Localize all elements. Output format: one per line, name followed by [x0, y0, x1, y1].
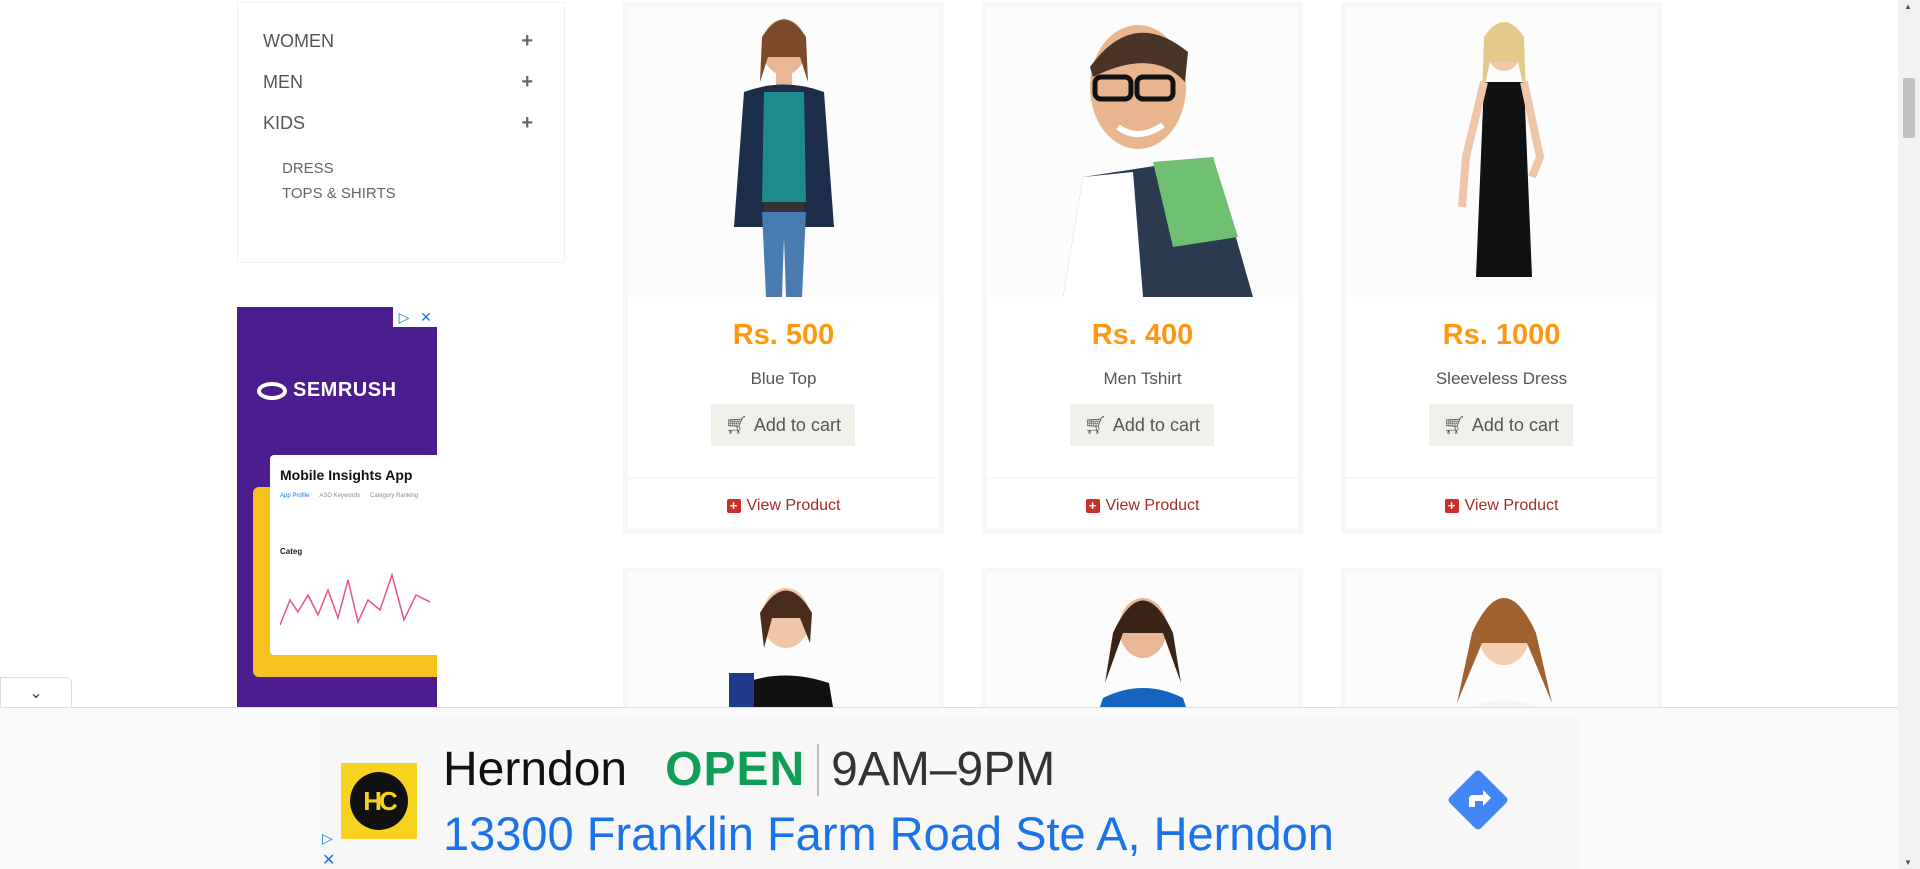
category-panel: WOMEN + MEN + KIDS + DRESS TOPS & SHIRTS	[237, 2, 565, 263]
category-label: WOMEN	[263, 30, 334, 51]
adchoices-icon[interactable]: ▷	[322, 830, 333, 847]
scroll-up-icon[interactable]: ▲	[1904, 2, 1912, 11]
ad-brand: SEMRUSH	[293, 379, 397, 401]
product-image[interactable]	[1346, 7, 1657, 297]
view-product-link[interactable]: + View Product	[628, 497, 939, 515]
bottom-advertisement: HC Herndon OPEN 9AM–9PM 13300 Franklin F…	[0, 708, 1898, 869]
product-name: Men Tshirt	[1103, 369, 1182, 388]
ad-mini-tabs: App Profile ASO Keywords Category Rankin…	[280, 493, 435, 499]
hc-logo-text: HC	[350, 772, 408, 830]
semrush-mark-icon	[257, 381, 287, 400]
plus-square-icon: +	[726, 499, 741, 513]
divider	[817, 743, 820, 796]
divider	[987, 477, 1298, 479]
view-product-link[interactable]: + View Product	[987, 497, 1298, 515]
add-to-cart-button[interactable]: 🛒︎ Add to cart	[1070, 404, 1214, 446]
ad-card: Mobile Insights App App Profile ASO Keyw…	[270, 455, 437, 655]
view-product-link[interactable]: + View Product	[1346, 497, 1657, 515]
plus-icon[interactable]: +	[521, 30, 533, 53]
product-image[interactable]	[628, 573, 939, 713]
product-name: Blue Top	[750, 369, 817, 388]
category-label: KIDS	[263, 112, 306, 133]
product-card-row2-2	[982, 568, 1303, 713]
add-to-cart-button[interactable]: 🛒︎ Add to cart	[1429, 404, 1573, 446]
hc-logo: HC	[341, 763, 417, 839]
product-price: Rs. 500	[732, 319, 835, 351]
product-card-blue-top: Rs. 500 Blue Top 🛒︎ Add to cart + View P…	[623, 2, 944, 534]
girl-smiling-image	[1456, 598, 1552, 713]
ad-tab: Category Ranking	[370, 493, 419, 499]
woman-black-dress-image	[1457, 22, 1544, 277]
ad-tab: ASO Keywords	[319, 493, 361, 499]
add-to-cart-label: Add to cart	[1471, 414, 1559, 435]
category-label: MEN	[263, 71, 303, 92]
category-women[interactable]: WOMEN +	[263, 29, 533, 53]
ad-address: 13300 Franklin Farm Road Ste A, Herndon	[443, 807, 1334, 860]
woman-blue-top-image	[733, 19, 834, 297]
plus-icon[interactable]: +	[521, 112, 533, 135]
add-to-cart-button[interactable]: 🛒︎ Add to cart	[711, 404, 855, 446]
adchoices-icon[interactable]: ▷	[393, 307, 415, 327]
plus-square-icon: +	[1444, 499, 1459, 513]
page-scrollbar[interactable]: ▲ ▼	[1898, 0, 1920, 869]
plus-icon[interactable]: +	[521, 71, 533, 94]
woman-blue-shirt-image	[1097, 598, 1188, 713]
add-to-cart-label: Add to cart	[1112, 414, 1200, 435]
scroll-thumb[interactable]	[1903, 78, 1915, 138]
directions-icon[interactable]	[1447, 769, 1509, 831]
close-icon[interactable]: ✕	[415, 307, 437, 327]
ad-line-chart	[280, 572, 430, 626]
divider	[1346, 477, 1657, 479]
product-price: Rs. 400	[1091, 319, 1194, 351]
woman-shopping-image	[728, 588, 834, 713]
category-kids[interactable]: KIDS +	[263, 111, 533, 135]
category-men[interactable]: MEN +	[263, 70, 533, 94]
chevron-down-icon: ⌄	[29, 685, 43, 702]
add-to-cart-label: Add to cart	[753, 414, 841, 435]
cart-icon: 🛒︎	[1443, 414, 1466, 435]
cart-icon: 🛒︎	[725, 414, 748, 435]
view-product-label: View Product	[746, 497, 841, 514]
bottom-ad-content[interactable]: HC Herndon OPEN 9AM–9PM 13300 Franklin F…	[321, 716, 1578, 869]
collapse-ad-button[interactable]: ⌄	[0, 677, 72, 708]
ad-controls: ▷ ✕	[393, 307, 437, 327]
ad-open-status: OPEN	[665, 743, 806, 796]
product-image[interactable]	[987, 573, 1298, 713]
product-price: Rs. 1000	[1442, 319, 1561, 351]
view-product-label: View Product	[1105, 497, 1200, 514]
product-card-sleeveless-dress: Rs. 1000 Sleeveless Dress 🛒︎ Add to cart…	[1341, 2, 1662, 534]
semrush-logo: SEMRUSH	[257, 379, 397, 402]
product-image[interactable]	[1346, 573, 1657, 713]
divider	[628, 477, 939, 479]
product-name: Sleeveless Dress	[1435, 369, 1568, 388]
ad-hours: 9AM–9PM	[831, 743, 1056, 796]
side-advertisement[interactable]: ▷ ✕ SEMRUSH Mobile Insights App App Prof…	[237, 307, 437, 709]
subcategory-tops-shirts[interactable]: TOPS & SHIRTS	[282, 185, 396, 202]
product-card-men-tshirt: Rs. 400 Men Tshirt 🛒︎ Add to cart + View…	[982, 2, 1303, 534]
ad-card-title: Mobile Insights App	[280, 467, 413, 483]
ad-tab: App Profile	[280, 493, 310, 499]
product-image[interactable]	[628, 7, 939, 297]
product-card-row2-1	[623, 568, 944, 713]
ad-store-line: Herndon OPEN 9AM–9PM	[443, 742, 1055, 797]
product-image[interactable]	[987, 7, 1298, 297]
close-icon[interactable]: ✕	[322, 850, 335, 869]
view-product-label: View Product	[1464, 497, 1559, 514]
plus-square-icon: +	[1085, 499, 1100, 513]
scroll-down-icon[interactable]: ▼	[1904, 858, 1912, 867]
man-tshirt-image	[1062, 25, 1253, 297]
cart-icon: 🛒︎	[1084, 414, 1107, 435]
subcategory-dress[interactable]: DRESS	[282, 160, 334, 177]
ad-store-name: Herndon	[443, 743, 628, 796]
product-card-row2-3	[1341, 568, 1662, 713]
